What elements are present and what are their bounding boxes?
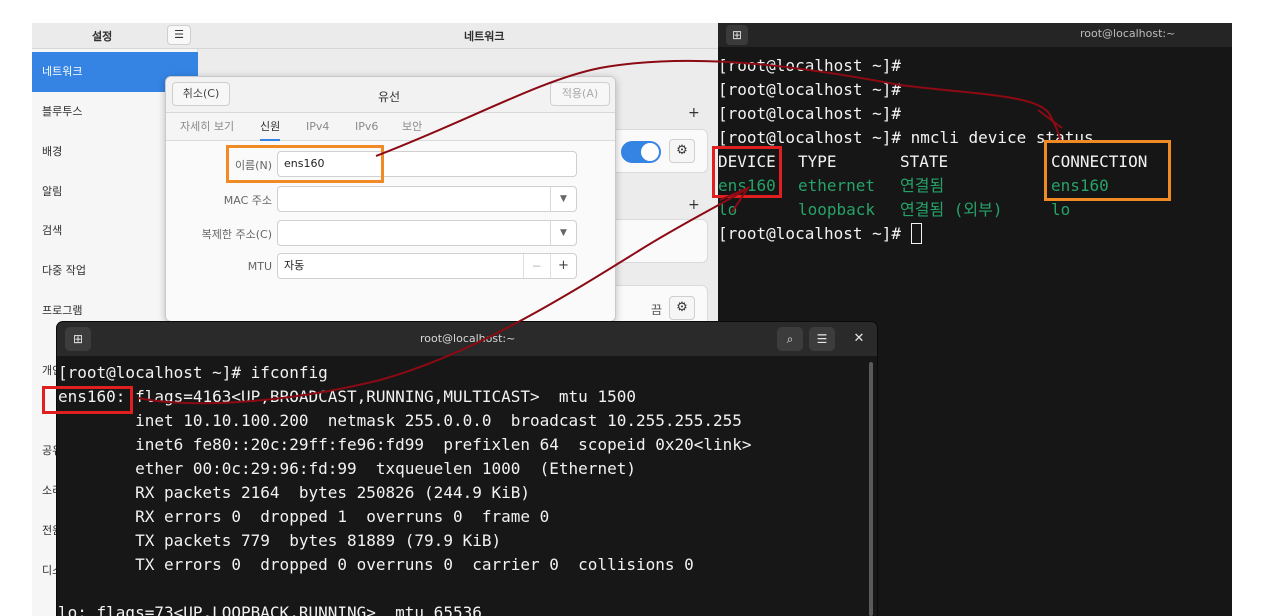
annotation-line xyxy=(137,189,746,405)
annotation-line xyxy=(1037,109,1063,129)
annotation-line xyxy=(375,59,1061,157)
annotation-lines xyxy=(137,59,1063,405)
